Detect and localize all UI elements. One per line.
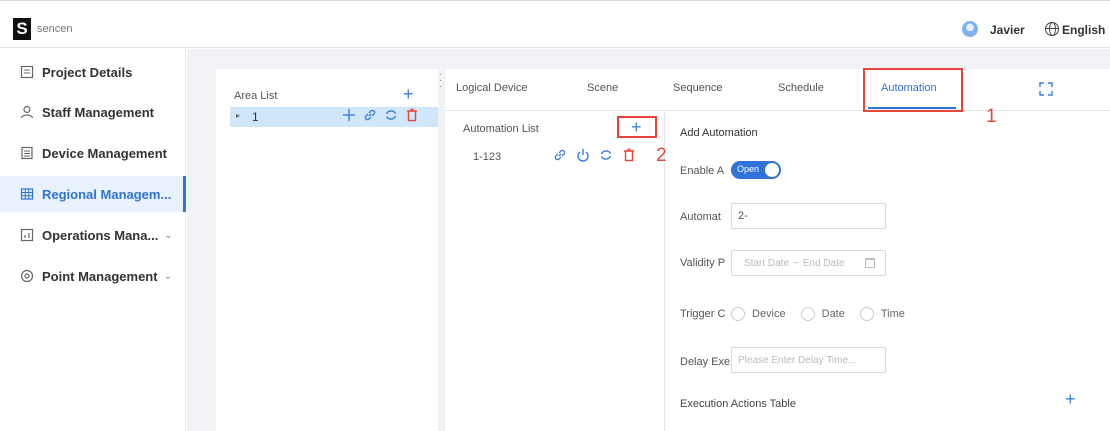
add-execution-action-button[interactable]: + bbox=[1065, 389, 1076, 410]
user-name[interactable]: Javier bbox=[990, 23, 1025, 37]
tab-bar: Logical Device Scene Sequence Schedule A… bbox=[445, 69, 1110, 111]
add-automation-form: Add Automation Enable A Open Automat Val… bbox=[666, 111, 1110, 431]
calendar-icon bbox=[865, 258, 875, 268]
sidebar-item-project-details[interactable]: Project Details bbox=[0, 54, 186, 90]
sidebar-item-device-management[interactable]: Device Management bbox=[0, 135, 186, 171]
logo-text: sencen bbox=[37, 23, 73, 35]
tree-node-label[interactable]: 1 bbox=[252, 110, 259, 124]
link-icon[interactable] bbox=[363, 108, 377, 122]
sidebar-item-label: Staff Management bbox=[42, 104, 154, 120]
caret-right-icon[interactable]: ▸ bbox=[236, 111, 240, 120]
person-icon bbox=[20, 105, 34, 119]
delay-time-input[interactable] bbox=[731, 347, 886, 373]
execution-actions-title: Execution Actions Table bbox=[680, 398, 796, 410]
sidebar-item-label: Project Details bbox=[42, 64, 133, 80]
user-avatar[interactable] bbox=[962, 21, 978, 37]
sidebar-item-label: Point Management bbox=[42, 268, 158, 284]
trigger-condition-label: Trigger C bbox=[680, 308, 726, 320]
link-icon[interactable] bbox=[553, 148, 567, 162]
trigger-option-time[interactable]: Time bbox=[859, 307, 905, 321]
radio-label: Device bbox=[752, 308, 786, 320]
tab-sequence[interactable]: Sequence bbox=[673, 82, 723, 94]
radio-circle[interactable] bbox=[731, 307, 745, 321]
sidebar-item-label: Regional Managem... bbox=[42, 186, 172, 202]
annotation-number-one: 1 bbox=[986, 106, 997, 127]
add-area-button[interactable]: + bbox=[403, 84, 414, 105]
tab-logical-device[interactable]: Logical Device bbox=[456, 82, 528, 94]
fullscreen-icon[interactable] bbox=[1039, 82, 1053, 96]
tab-scene[interactable]: Scene bbox=[587, 82, 618, 94]
area-list-panel: Area List + ▸ 1 bbox=[216, 69, 438, 431]
highlight-box-automation-tab bbox=[863, 68, 963, 112]
sidebar-item-point-management[interactable]: Point Management ⌄ bbox=[0, 258, 186, 294]
sidebar: Project Details Staff Management Device … bbox=[0, 48, 186, 431]
range-separator: ~ bbox=[793, 257, 799, 269]
automation-name-label: Automat bbox=[680, 211, 721, 223]
radio-label: Time bbox=[880, 308, 905, 320]
sidebar-item-label: Operations Mana... bbox=[42, 227, 159, 243]
add-icon[interactable] bbox=[342, 108, 356, 122]
annotation-number-two: 2 bbox=[656, 145, 667, 166]
delete-icon[interactable] bbox=[405, 108, 419, 122]
area-list-title: Area List bbox=[234, 90, 278, 102]
automation-name-input[interactable] bbox=[731, 203, 886, 229]
radio-circle[interactable] bbox=[859, 307, 874, 321]
toggle-text: Open bbox=[737, 164, 760, 174]
tree-node[interactable]: ▸ 1 bbox=[230, 107, 438, 127]
chevron-down-icon: ⌄ bbox=[163, 270, 172, 282]
top-bar: S sencen Javier English bbox=[0, 0, 1110, 48]
toggle-knob bbox=[765, 163, 779, 177]
enable-label: Enable A bbox=[680, 165, 725, 177]
validity-period-label: Validity P bbox=[680, 257, 726, 269]
power-icon[interactable] bbox=[576, 148, 590, 162]
radio-label: Date bbox=[821, 308, 845, 320]
refresh-icon[interactable] bbox=[599, 148, 613, 162]
resize-handle[interactable]: · · · bbox=[439, 70, 442, 92]
radio-circle[interactable] bbox=[800, 307, 815, 321]
trigger-option-date[interactable]: Date bbox=[800, 307, 845, 321]
automation-item-label[interactable]: 1-123 bbox=[473, 151, 501, 163]
location-icon bbox=[20, 269, 34, 283]
sidebar-item-regional-management[interactable]: Regional Managem... bbox=[0, 176, 186, 212]
trigger-option-device[interactable]: Device bbox=[731, 307, 786, 321]
automation-list-title: Automation List bbox=[463, 123, 539, 135]
refresh-icon[interactable] bbox=[384, 108, 398, 122]
logo-mark: S bbox=[13, 18, 31, 40]
delete-icon[interactable] bbox=[622, 148, 636, 162]
date-range-picker[interactable]: Start Date ~ End Date bbox=[731, 250, 886, 276]
language-selector[interactable]: English bbox=[1062, 23, 1105, 37]
end-date-placeholder: End Date bbox=[802, 257, 845, 269]
globe-icon[interactable] bbox=[1045, 22, 1059, 36]
detail-panel: Logical Device Scene Sequence Schedule A… bbox=[445, 69, 1110, 431]
sidebar-item-staff-management[interactable]: Staff Management bbox=[0, 94, 186, 130]
highlight-box-add-automation bbox=[617, 116, 657, 138]
trigger-radio-group: Device Date Time bbox=[731, 307, 920, 321]
automation-list-panel: Automation List + 1-123 bbox=[445, 111, 665, 431]
start-date-placeholder: Start Date bbox=[744, 257, 790, 269]
tab-schedule[interactable]: Schedule bbox=[778, 82, 824, 94]
grid-icon bbox=[20, 188, 34, 200]
chart-icon bbox=[20, 228, 34, 242]
chevron-down-icon: ⌄ bbox=[164, 229, 173, 241]
list-icon bbox=[21, 146, 33, 160]
automation-item-actions bbox=[553, 148, 636, 162]
sidebar-item-label: Device Management bbox=[42, 145, 167, 161]
delay-execution-label: Delay Exe bbox=[680, 356, 731, 368]
sidebar-item-operations-management[interactable]: Operations Mana... ⌄ bbox=[0, 217, 186, 253]
document-icon bbox=[20, 65, 34, 79]
form-title: Add Automation bbox=[680, 127, 758, 139]
enable-toggle[interactable]: Open bbox=[731, 161, 781, 179]
